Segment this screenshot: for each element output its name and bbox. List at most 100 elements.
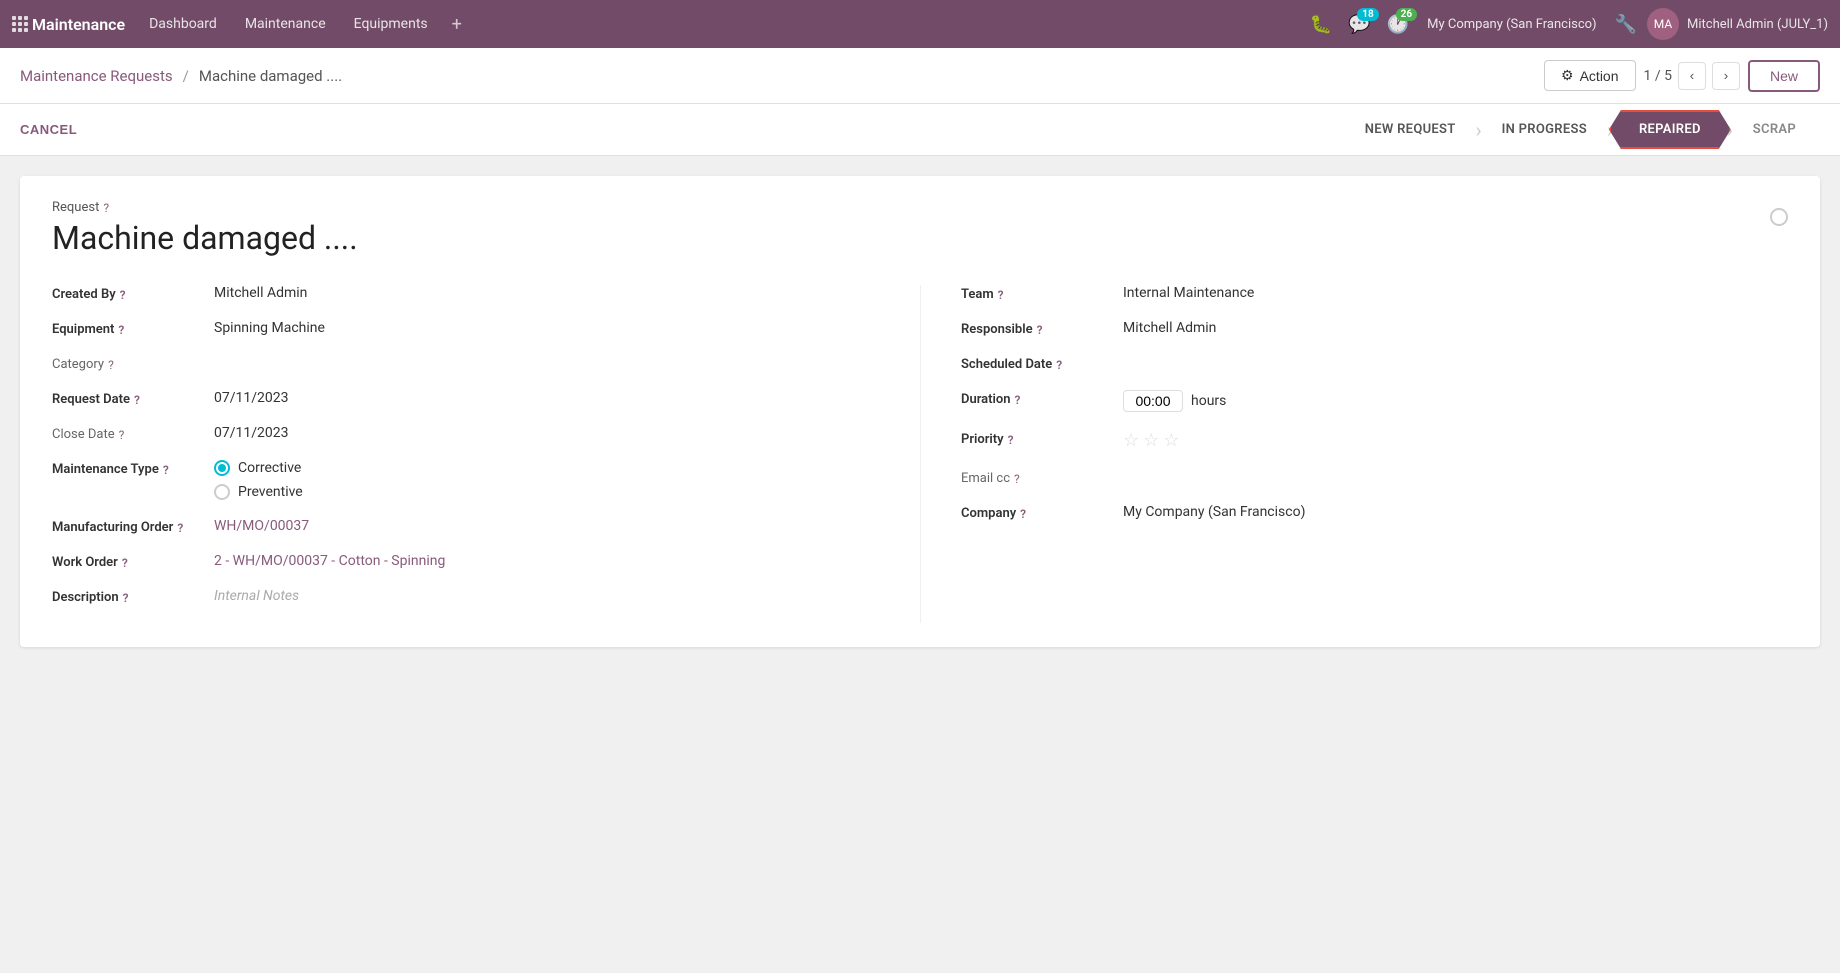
work-order-field: Work Order ? 2 - WH/MO/00037 - Cotton - …: [52, 553, 880, 570]
form-left-column: Created By ? Mitchell Admin Equipment ? …: [52, 285, 920, 623]
step-new-request-label: NEW REQUEST: [1365, 122, 1456, 137]
duration-input[interactable]: [1123, 390, 1183, 412]
company-value[interactable]: My Company (San Francisco): [1123, 504, 1788, 520]
created-by-label: Created By ?: [52, 285, 202, 302]
request-date-help[interactable]: ?: [134, 393, 140, 407]
step-scrap-label: SCRAP: [1753, 122, 1796, 137]
scheduled-date-label: Scheduled Date ?: [961, 355, 1111, 372]
radio-group: Corrective Preventive: [214, 460, 880, 500]
close-date-help[interactable]: ?: [119, 428, 125, 442]
created-by-value[interactable]: Mitchell Admin: [214, 285, 880, 301]
new-button[interactable]: New: [1748, 60, 1820, 92]
activity-badge: 26: [1396, 8, 1417, 21]
equipment-field: Equipment ? Spinning Machine: [52, 320, 880, 337]
preventive-option[interactable]: Preventive: [214, 484, 880, 500]
equipment-value[interactable]: Spinning Machine: [214, 320, 880, 336]
maintenance-type-help[interactable]: ?: [163, 463, 169, 477]
email-cc-label: Email cc ?: [961, 469, 1111, 486]
star-2[interactable]: ☆: [1143, 430, 1159, 451]
user-name: Mitchell Admin (JULY_1): [1687, 17, 1828, 32]
priority-label: Priority ?: [961, 430, 1111, 447]
request-date-field: Request Date ? 07/11/2023: [52, 390, 880, 407]
company-help[interactable]: ?: [1020, 507, 1026, 521]
breadcrumb: Maintenance Requests / Machine damaged .…: [20, 67, 342, 85]
scheduled-date-field: Scheduled Date ?: [961, 355, 1788, 372]
message-icon[interactable]: 💬 18: [1342, 8, 1376, 41]
close-date-value[interactable]: 07/11/2023: [214, 425, 880, 441]
team-label: Team ?: [961, 285, 1111, 302]
star-3[interactable]: ☆: [1163, 430, 1179, 451]
email-cc-help[interactable]: ?: [1014, 472, 1020, 486]
settings-icon[interactable]: 🔧: [1609, 10, 1643, 39]
preventive-radio[interactable]: [214, 484, 230, 500]
breadcrumb-parent[interactable]: Maintenance Requests: [20, 67, 173, 85]
main-content: Request ? Machine damaged .... Created B…: [0, 156, 1840, 971]
corrective-option[interactable]: Corrective: [214, 460, 880, 476]
gear-icon: ⚙: [1561, 67, 1574, 84]
status-indicator: [1770, 208, 1788, 226]
prev-button[interactable]: ‹: [1678, 62, 1706, 90]
step-in-progress-label: IN PROGRESS: [1502, 122, 1587, 137]
company-name: My Company (San Francisco): [1419, 13, 1604, 36]
work-order-value[interactable]: 2 - WH/MO/00037 - Cotton - Spinning: [214, 553, 880, 569]
description-value[interactable]: Internal Notes: [214, 588, 880, 604]
duration-help[interactable]: ?: [1015, 393, 1021, 407]
duration-input-group: hours: [1123, 390, 1788, 412]
close-date-label: Close Date ?: [52, 425, 202, 442]
debug-icon[interactable]: 🐛: [1304, 8, 1338, 41]
maintenance-type-label: Maintenance Type ?: [52, 460, 202, 477]
priority-stars: ☆ ☆ ☆: [1123, 430, 1788, 451]
duration-label: Duration ?: [961, 390, 1111, 407]
responsible-value[interactable]: Mitchell Admin: [1123, 320, 1788, 336]
category-field: Category ?: [52, 355, 880, 372]
next-button[interactable]: ›: [1712, 62, 1740, 90]
step-scrap[interactable]: SCRAP: [1729, 112, 1820, 147]
step-new-request[interactable]: NEW REQUEST: [1341, 112, 1480, 147]
created-by-help[interactable]: ?: [120, 288, 126, 302]
scheduled-date-help[interactable]: ?: [1056, 358, 1062, 372]
maintenance-type-field: Maintenance Type ? Corrective Preventive: [52, 460, 880, 500]
equipment-label: Equipment ?: [52, 320, 202, 337]
work-order-help[interactable]: ?: [122, 556, 128, 570]
request-title: Machine damaged ....: [52, 219, 358, 257]
priority-value: ☆ ☆ ☆: [1123, 430, 1788, 451]
created-by-field: Created By ? Mitchell Admin: [52, 285, 880, 302]
equipment-help[interactable]: ?: [118, 323, 124, 337]
request-date-label: Request Date ?: [52, 390, 202, 407]
work-order-label: Work Order ?: [52, 553, 202, 570]
duration-field: Duration ? hours: [961, 390, 1788, 412]
form-right-column: Team ? Internal Maintenance Responsible …: [920, 285, 1788, 623]
top-navigation: Maintenance Dashboard Maintenance Equipm…: [0, 0, 1840, 48]
step-in-progress[interactable]: IN PROGRESS: [1478, 112, 1611, 147]
breadcrumb-bar: Maintenance Requests / Machine damaged .…: [0, 48, 1840, 104]
activity-icon[interactable]: 🕐 26: [1381, 8, 1415, 41]
team-value[interactable]: Internal Maintenance: [1123, 285, 1788, 301]
manufacturing-order-value[interactable]: WH/MO/00037: [214, 518, 880, 534]
request-date-value[interactable]: 07/11/2023: [214, 390, 880, 406]
avatar: MA: [1647, 8, 1679, 40]
team-help[interactable]: ?: [998, 288, 1004, 302]
priority-help[interactable]: ?: [1008, 433, 1014, 447]
request-help-icon[interactable]: ?: [103, 201, 109, 215]
nav-dashboard[interactable]: Dashboard: [137, 10, 229, 38]
nav-add[interactable]: +: [444, 10, 470, 39]
category-help[interactable]: ?: [108, 358, 114, 372]
action-button[interactable]: ⚙ Action: [1544, 60, 1635, 91]
apps-icon[interactable]: [12, 16, 28, 32]
nav-brand[interactable]: Maintenance: [32, 15, 125, 34]
responsible-help[interactable]: ?: [1037, 323, 1043, 337]
status-bar: CANCEL NEW REQUEST › IN PROGRESS › REPAI…: [0, 104, 1840, 156]
request-label: Request ?: [52, 200, 358, 215]
status-steps: NEW REQUEST › IN PROGRESS › REPAIRED › S…: [1341, 110, 1820, 149]
nav-maintenance[interactable]: Maintenance: [233, 10, 338, 38]
corrective-radio[interactable]: [214, 460, 230, 476]
description-help[interactable]: ?: [123, 591, 129, 605]
cancel-button[interactable]: CANCEL: [20, 116, 77, 143]
nav-equipments[interactable]: Equipments: [342, 10, 440, 38]
manufacturing-order-help[interactable]: ?: [177, 521, 183, 535]
preventive-label: Preventive: [238, 484, 303, 500]
step-repaired[interactable]: REPAIRED: [1609, 110, 1731, 149]
star-1[interactable]: ☆: [1123, 430, 1139, 451]
breadcrumb-separator: /: [183, 67, 189, 85]
responsible-field: Responsible ? Mitchell Admin: [961, 320, 1788, 337]
